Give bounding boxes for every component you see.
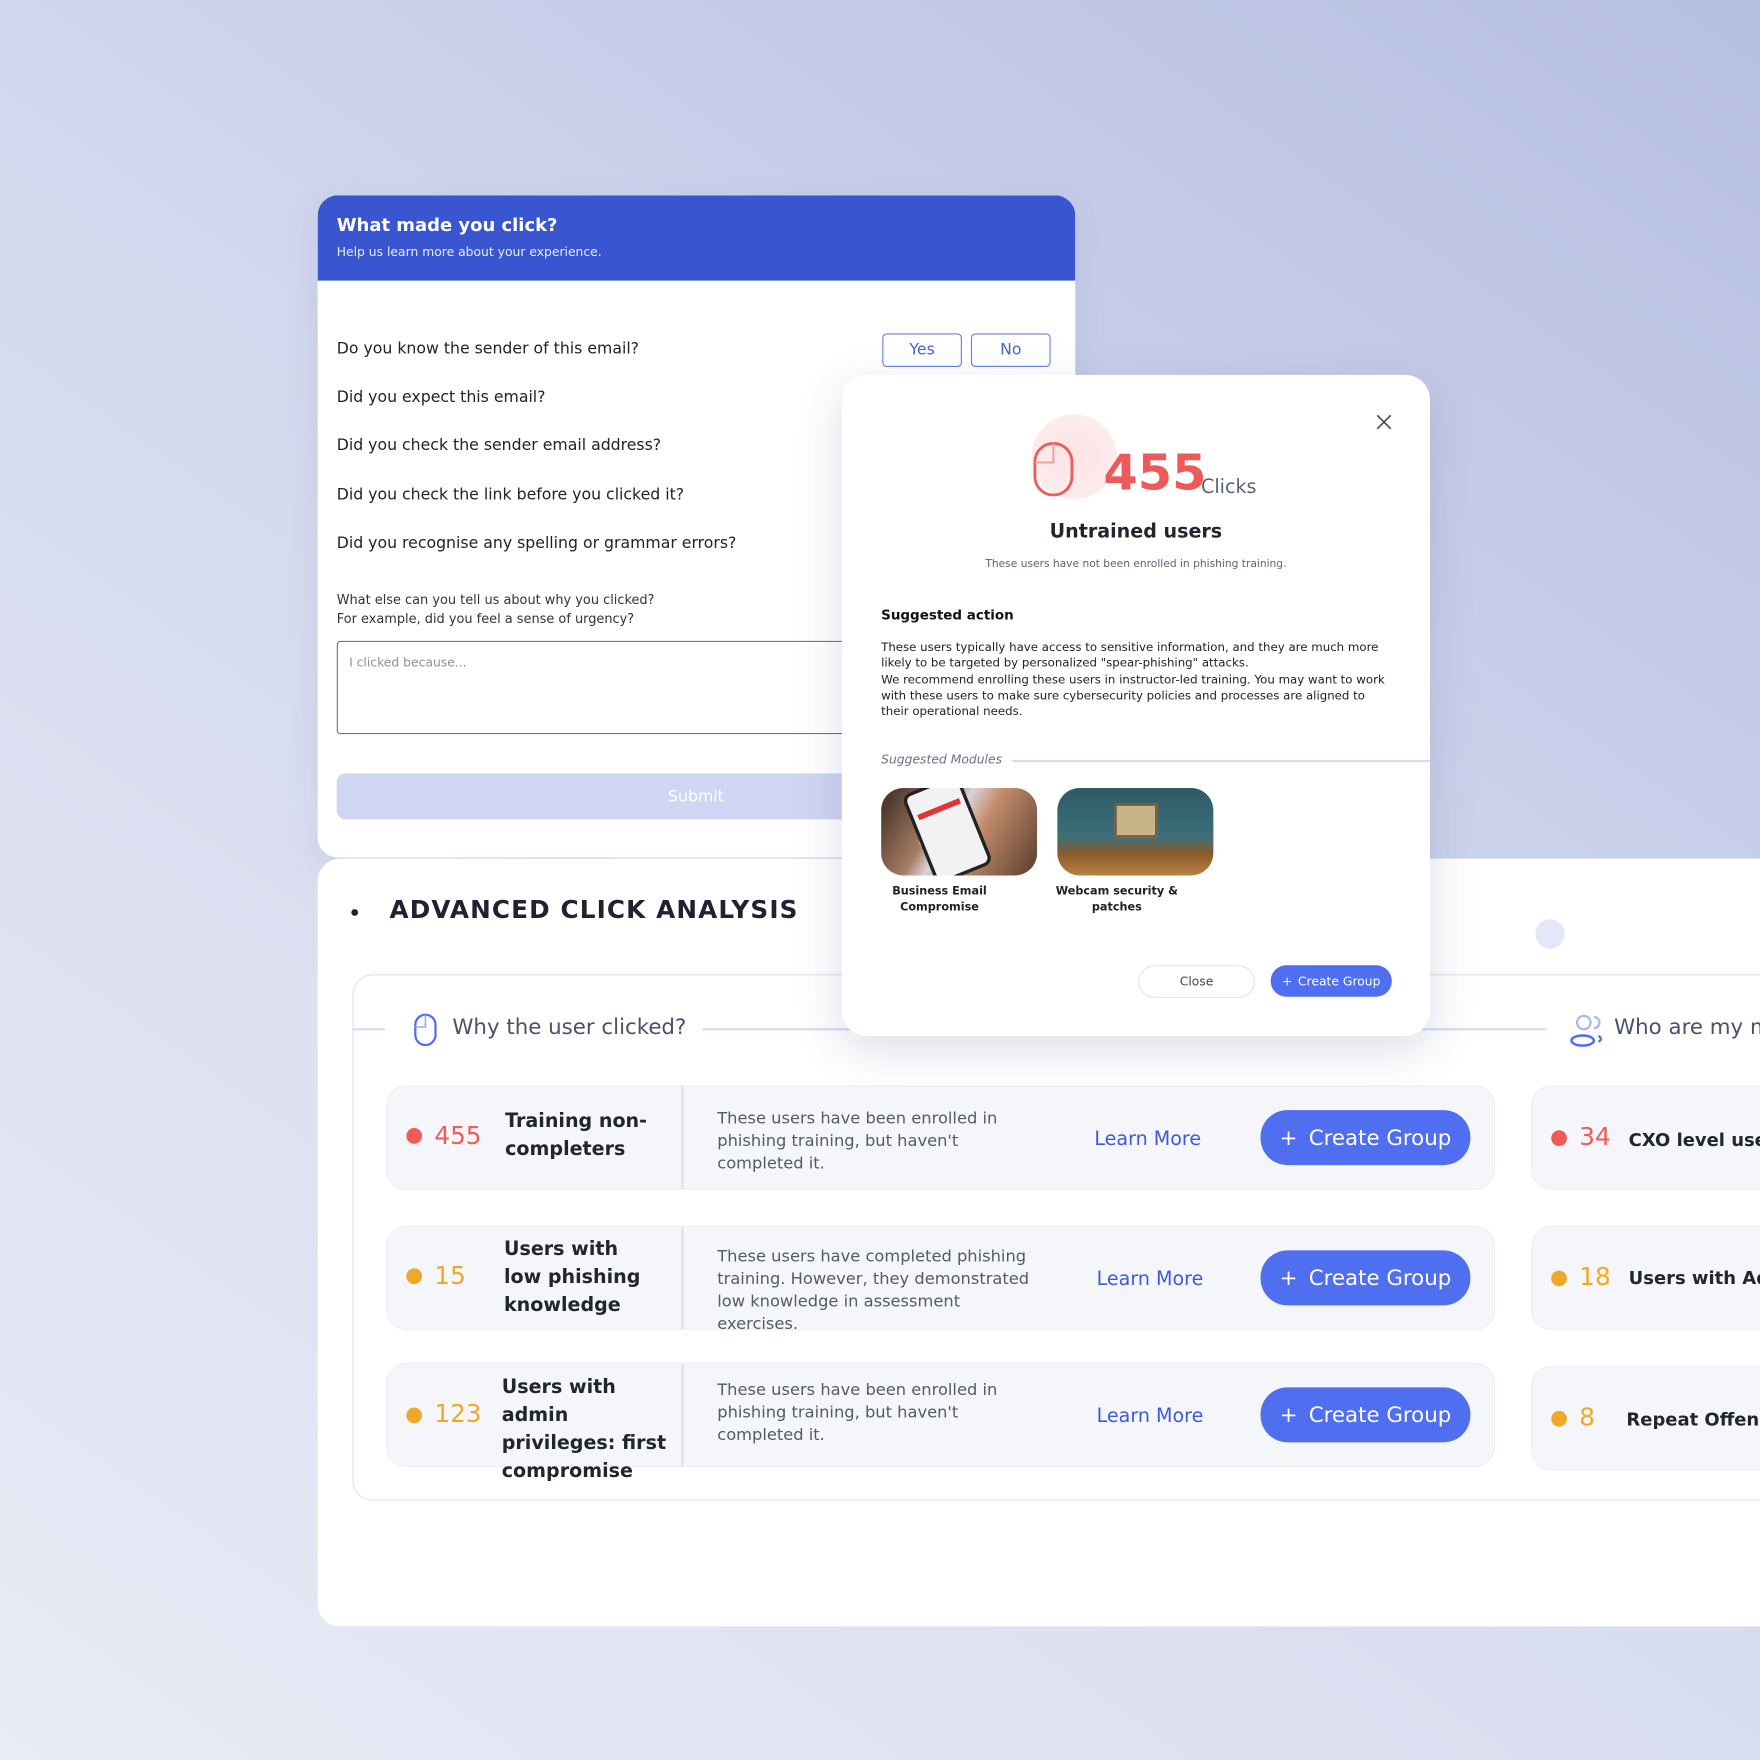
question: Did you recognise any spelling or gramma…	[336, 534, 737, 553]
learn-more-link[interactable]: Learn More	[1097, 1405, 1204, 1427]
question: Did you check the link before you clicke…	[336, 486, 685, 504]
analysis-title: ADVANCED CLICK ANALYSIS	[389, 896, 799, 925]
module-image-business-email[interactable]	[881, 787, 1038, 876]
severity-dot	[1551, 1130, 1567, 1147]
row-description: These users have been enrolled in phishi…	[717, 1381, 998, 1445]
right-table-row: 34 CXO level users	[1531, 1085, 1760, 1190]
row-count: 455	[434, 1122, 482, 1151]
module-caption: Webcam security & patches	[1055, 885, 1178, 914]
divider	[681, 1363, 684, 1466]
users-icon	[1570, 1014, 1602, 1047]
create-group-button[interactable]: + Create Group	[1260, 1110, 1471, 1166]
table-row: 123 Users with admin privileges: first c…	[386, 1362, 1496, 1483]
question: Do you know the sender of this email?	[336, 340, 640, 359]
close-icon[interactable]	[1376, 414, 1392, 430]
row-count: 123	[434, 1400, 482, 1429]
divider	[681, 1226, 684, 1329]
mouse-icon	[1033, 441, 1074, 497]
severity-dot	[406, 1128, 423, 1144]
row-description: These users have completed phishing trai…	[717, 1248, 1030, 1334]
table-row: 455 Training non-completers These users …	[386, 1085, 1496, 1190]
survey-header: What made you click? Help us learn more …	[317, 195, 1076, 281]
decorative-circle	[1535, 919, 1565, 949]
mouse-icon	[414, 1013, 437, 1047]
create-group-label: Create Group	[1308, 1402, 1452, 1428]
plus-icon: +	[1281, 973, 1293, 989]
question: Did you expect this email?	[336, 388, 546, 407]
create-group-label: Create Group	[1308, 1125, 1452, 1150]
row-label: Training non-completers	[505, 1110, 648, 1161]
bullet-icon	[351, 909, 359, 916]
create-group-label: Create Group	[1297, 973, 1381, 989]
row-count: 15	[434, 1262, 466, 1291]
create-group-button[interactable]: + Create Group	[1260, 1387, 1471, 1443]
yes-button[interactable]: Yes	[882, 333, 962, 368]
survey-subtitle: Help us learn more about your experience…	[336, 244, 602, 260]
row-label: Repeat Offende	[1626, 1408, 1760, 1431]
suggested-action-text: These users typically have access to sen…	[881, 640, 1393, 720]
severity-dot	[1551, 1270, 1567, 1287]
phone-graphic	[901, 787, 994, 876]
free-text-hint: For example, did you feel a sense of urg…	[336, 610, 635, 627]
action-paragraph: These users typically have access to sen…	[881, 640, 1379, 671]
webcam-graphic	[1114, 803, 1158, 838]
module-image-webcam[interactable]	[1057, 787, 1214, 876]
free-text-prompt: What else can you tell us about why you …	[336, 591, 655, 608]
row-count: 34	[1579, 1123, 1611, 1152]
learn-more-link[interactable]: Learn More	[1097, 1268, 1204, 1290]
row-label: Users with Adm	[1628, 1267, 1760, 1289]
plus-icon: +	[1279, 1125, 1298, 1150]
close-button[interactable]: Close	[1138, 965, 1255, 998]
create-group-button[interactable]: + Create Group	[1270, 965, 1392, 997]
no-button[interactable]: No	[970, 333, 1051, 368]
create-group-label: Create Group	[1308, 1265, 1452, 1291]
row-label: Users with admin privileges: first compr…	[501, 1376, 667, 1483]
survey-title: What made you click?	[336, 214, 558, 236]
severity-dot	[1551, 1410, 1567, 1427]
action-paragraph: We recommend enrolling these users in in…	[881, 673, 1385, 719]
table-row: 15 Users with low phishing knowledge The…	[386, 1225, 1496, 1333]
row-description: These users have been enrolled in phishi…	[717, 1110, 998, 1173]
right-table-row: 18 Users with Adm	[1531, 1225, 1760, 1331]
divider	[352, 1028, 386, 1030]
click-unit: Clicks	[1201, 475, 1257, 499]
modal-title: Untrained users	[1049, 520, 1223, 544]
question: Did you check the sender email address?	[336, 436, 662, 455]
divider	[681, 1086, 684, 1189]
modules-heading: Suggested Modules	[881, 752, 1003, 767]
row-label: CXO level users	[1628, 1129, 1760, 1151]
click-count: 455	[1103, 444, 1207, 502]
why-section-title: Why the user clicked?	[452, 1014, 687, 1040]
severity-dot	[406, 1268, 423, 1285]
severity-dot	[406, 1407, 423, 1424]
suggested-action-heading: Suggested action	[881, 607, 1014, 623]
plus-icon: +	[1279, 1265, 1298, 1291]
plus-icon: +	[1279, 1402, 1298, 1428]
row-count: 18	[1579, 1263, 1611, 1292]
who-section-title: Who are my m	[1614, 1014, 1760, 1040]
learn-more-link[interactable]: Learn More	[1094, 1128, 1201, 1150]
row-count: 8	[1579, 1404, 1596, 1433]
module-caption: Business Email Compromise	[892, 885, 987, 914]
group-detail-modal: 455 Clicks Untrained users These users h…	[841, 374, 1431, 1037]
divider	[1012, 759, 1431, 762]
row-label: Users with low phishing knowledge	[503, 1238, 641, 1317]
modal-subtitle: These users have not been enrolled in ph…	[985, 557, 1287, 571]
create-group-button[interactable]: + Create Group	[1260, 1250, 1471, 1306]
right-table-row: 8 Repeat Offende	[1531, 1366, 1760, 1471]
